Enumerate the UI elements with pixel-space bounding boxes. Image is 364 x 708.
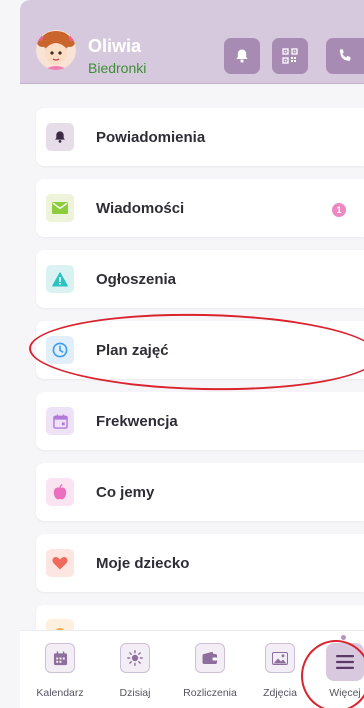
envelope-icon (52, 202, 68, 214)
menu-item-label: Ogłoszenia (96, 271, 177, 288)
tab-label: Dzisiaj (119, 687, 151, 699)
avatar[interactable] (36, 30, 76, 70)
user-group: Biedronki (88, 60, 147, 76)
menu-icon-wrap (46, 194, 74, 222)
phone-button[interactable] (326, 38, 364, 74)
calendar-icon (52, 413, 68, 429)
tab-label: Kalendarz (36, 687, 84, 699)
menu-icon-wrap (46, 123, 74, 151)
heart-icon (52, 557, 68, 570)
calendar-icon (53, 650, 67, 665)
menu-item-label: Wiadomości (96, 200, 185, 217)
menu-icon-wrap (46, 549, 74, 577)
menu-icon-wrap (46, 407, 74, 435)
qr-code-icon (282, 48, 298, 64)
wallet-icon (202, 651, 217, 664)
menu-item-label: Co jemy (96, 484, 155, 501)
menu-item-my-child[interactable]: Moje dziecko (36, 534, 364, 592)
tab-label: Zdjęcia (263, 687, 297, 699)
tab-label: Rozliczenia (183, 687, 237, 699)
tab-photos[interactable]: Zdjęcia (256, 643, 304, 699)
tab-payments[interactable]: Rozliczenia (176, 643, 244, 699)
apple-icon (53, 484, 67, 500)
menu-item-notifications[interactable]: Powiadomienia (36, 108, 364, 166)
menu-item-meals[interactable]: Co jemy (36, 463, 364, 521)
tab-today[interactable]: Dzisiaj (108, 643, 162, 699)
sun-icon (127, 650, 143, 666)
user-name: Oliwia (88, 36, 142, 56)
tab-icon-wrap (120, 643, 150, 673)
menu-item-announcements[interactable]: Ogłoszenia (36, 250, 364, 308)
menu-icon-wrap (46, 265, 74, 293)
bell-icon (236, 49, 248, 63)
unread-badge: 1 (332, 203, 346, 217)
tab-icon-wrap (195, 643, 225, 673)
menu-item-messages[interactable]: Wiadomości 1 (36, 179, 364, 237)
tab-calendar[interactable]: Kalendarz (36, 643, 84, 699)
notifications-button[interactable] (224, 38, 260, 74)
tab-highlight-annotation (301, 640, 364, 708)
tab-icon-wrap (45, 643, 75, 673)
image-icon (272, 651, 288, 665)
menu-item-label: Powiadomienia (96, 129, 206, 146)
menu-item-label: Frekwencja (96, 413, 178, 430)
tab-icon-wrap (265, 643, 295, 673)
qr-code-button[interactable] (272, 38, 308, 74)
menu-item-label: Moje dziecko (96, 555, 190, 572)
menu-item-attendance[interactable]: Frekwencja (36, 392, 364, 450)
active-indicator-dot (341, 635, 346, 640)
warning-icon (52, 271, 68, 286)
phone-icon (339, 49, 351, 61)
profile-header: Oliwia Biedronki (20, 0, 364, 84)
menu-icon-wrap (46, 478, 74, 506)
bell-icon (55, 131, 65, 143)
